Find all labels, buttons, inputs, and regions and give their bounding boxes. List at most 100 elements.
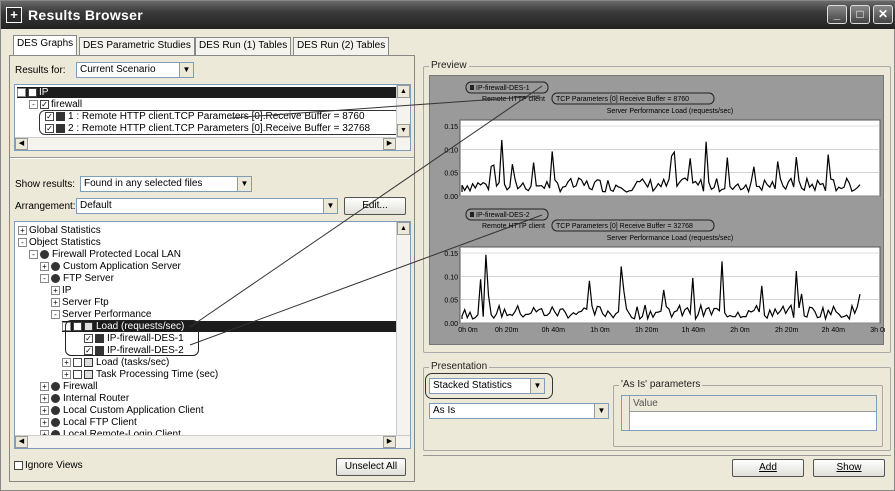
splitter[interactable] xyxy=(10,157,414,159)
collapse-icon[interactable]: - xyxy=(17,87,26,97)
tree-item[interactable]: + IP xyxy=(51,285,71,296)
collapse-icon[interactable]: - xyxy=(40,273,49,283)
tab-des-parametric-studies[interactable]: DES Parametric Studies xyxy=(79,37,195,55)
collapse-icon[interactable]: - xyxy=(29,99,38,109)
scroll-up-icon[interactable]: ▲ xyxy=(397,85,410,98)
tree-item[interactable]: - Firewall Protected Local LAN xyxy=(29,249,181,260)
collapse-icon[interactable]: - xyxy=(18,237,27,247)
x-tick-label: 2h 20m xyxy=(775,327,799,334)
collapse-icon[interactable]: - xyxy=(29,249,38,259)
chevron-down-icon[interactable]: ▼ xyxy=(237,177,251,191)
tree-item[interactable]: + Local FTP Client xyxy=(40,417,137,428)
y-tick-label: 0.15 xyxy=(444,251,458,258)
tree-item-ip[interactable]: - ✓ IP xyxy=(17,87,397,98)
param-prefix: Remote HTTP client xyxy=(482,96,545,103)
tree-item-label: Task Processing Time (sec) xyxy=(96,369,219,380)
checkbox-icon[interactable] xyxy=(73,369,82,379)
x-tick-label: 1h 20m xyxy=(635,327,659,334)
vertical-scrollbar[interactable]: ▲▼ xyxy=(396,222,410,448)
collapse-icon[interactable]: - xyxy=(51,309,60,319)
minimize-button[interactable]: _ xyxy=(827,5,847,24)
presentation-mode-select[interactable]: Stacked Statistics ▼ xyxy=(429,378,545,394)
tab-des-run-1-tables[interactable]: DES Run (1) Tables xyxy=(195,37,292,55)
series-label: IP-firewall-DES-2 xyxy=(476,212,530,219)
scroll-up-icon[interactable]: ▲ xyxy=(397,222,410,235)
expand-icon[interactable]: + xyxy=(40,393,49,403)
tree-item[interactable]: + Global Statistics xyxy=(18,225,101,236)
close-button[interactable]: ✕ xyxy=(873,5,893,24)
tree-item[interactable]: + Task Processing Time (sec) xyxy=(62,369,218,380)
divider xyxy=(423,455,891,456)
chevron-down-icon[interactable]: ▼ xyxy=(594,404,608,418)
results-for-select[interactable]: Current Scenario ▼ xyxy=(76,62,194,78)
checkbox-icon[interactable] xyxy=(73,357,82,367)
maximize-button[interactable]: □ xyxy=(850,5,870,24)
tree-item-firewall[interactable]: - ✓ firewall xyxy=(29,99,82,110)
scroll-down-icon[interactable]: ▼ xyxy=(397,124,410,137)
chevron-down-icon[interactable]: ▼ xyxy=(179,63,193,77)
expand-icon[interactable]: + xyxy=(40,405,49,415)
tree-item[interactable]: - Server Performance xyxy=(51,309,151,320)
y-tick-label: 0.05 xyxy=(444,171,458,178)
add-button[interactable]: Add xyxy=(732,459,804,477)
expand-icon[interactable]: + xyxy=(62,369,71,379)
vertical-scrollbar[interactable]: ▲▼ xyxy=(396,85,410,137)
left-panel: Results for: Current Scenario ▼ - ✓ IP - ✓ f… xyxy=(9,55,415,482)
show-results-value: Found in any selected files xyxy=(84,178,203,189)
scroll-right-icon[interactable]: ▶ xyxy=(383,138,396,150)
expand-icon[interactable]: + xyxy=(51,297,60,307)
tab-des-run-2-tables[interactable]: DES Run (2) Tables xyxy=(293,37,390,55)
tree-item-label: Object Statistics xyxy=(29,237,101,248)
scenario-tree[interactable]: - ✓ IP - ✓ firewall ✓ 1 : Remote HTTP client.… xyxy=(14,84,411,151)
graph-icon xyxy=(84,357,93,367)
tree-item-label: Local Custom Application Client xyxy=(63,405,204,416)
chevron-down-icon[interactable]: ▼ xyxy=(323,199,337,213)
tree-item-label: Global Statistics xyxy=(29,225,101,236)
expand-icon[interactable]: + xyxy=(40,261,49,271)
show-results-label: Show results: xyxy=(15,179,76,190)
tree-item-label: Custom Application Server xyxy=(63,261,181,272)
ignore-views-label: Ignore Views xyxy=(25,460,83,471)
tree-item[interactable]: + Custom Application Server xyxy=(40,261,181,272)
results-browser-window: + Results Browser _ □ ✕ DES Graphs DES P… xyxy=(0,0,895,491)
expand-icon[interactable]: + xyxy=(40,381,49,391)
tree-item[interactable]: - Object Statistics xyxy=(18,237,101,248)
statistics-tree[interactable]: +Local Remote-Login Client+Local FTP Cli… xyxy=(14,221,411,449)
tree-item-label: IP xyxy=(62,285,72,296)
checkbox-checked-icon[interactable]: ✓ xyxy=(40,99,49,109)
parameters-table[interactable]: Value xyxy=(621,395,877,431)
expand-icon[interactable]: + xyxy=(18,225,27,235)
checkbox-unchecked-icon[interactable] xyxy=(14,460,23,470)
show-results-select[interactable]: Found in any selected files ▼ xyxy=(80,176,252,192)
arrangement-select[interactable]: Default ▼ xyxy=(76,198,338,214)
tree-item[interactable]: - FTP Server xyxy=(40,273,114,284)
tree-item[interactable]: + Local Custom Application Client xyxy=(40,405,204,416)
tree-item[interactable]: + Load (tasks/sec) xyxy=(62,357,169,368)
ignore-views-toggle[interactable]: Ignore Views xyxy=(14,460,83,471)
edit-button[interactable]: Edit... xyxy=(344,197,406,215)
graph-title: Server Performance Load (requests/sec) xyxy=(607,235,733,242)
scroll-left-icon[interactable]: ◀ xyxy=(15,436,28,448)
object-icon xyxy=(51,381,60,391)
scroll-left-icon[interactable]: ◀ xyxy=(15,138,28,150)
unselect-all-button[interactable]: Unselect All xyxy=(336,458,406,476)
scroll-right-icon[interactable]: ▶ xyxy=(383,436,396,448)
object-icon xyxy=(51,261,60,271)
preview-graphs: IP-firewall-DES-1 Remote HTTP client TCP P… xyxy=(444,81,890,334)
title-bar[interactable]: + Results Browser _ □ ✕ xyxy=(1,1,895,29)
expand-icon[interactable]: + xyxy=(51,285,60,295)
tab-des-graphs[interactable]: DES Graphs xyxy=(13,35,78,56)
show-button[interactable]: Show xyxy=(813,459,885,477)
expand-icon[interactable]: + xyxy=(40,417,49,427)
add-label: Add xyxy=(759,462,777,473)
tree-item[interactable]: + Server Ftp xyxy=(51,297,109,308)
checkbox-checked-icon[interactable]: ✓ xyxy=(28,87,37,97)
y-tick-label: 0.05 xyxy=(444,298,458,305)
expand-icon[interactable]: + xyxy=(62,357,71,367)
filter-select[interactable]: As Is ▼ xyxy=(429,403,609,419)
horizontal-scrollbar[interactable]: ◀ ▶ xyxy=(15,435,410,448)
chevron-down-icon[interactable]: ▼ xyxy=(530,379,544,393)
horizontal-scrollbar[interactable]: ◀ ▶ xyxy=(15,137,410,150)
tree-item[interactable]: + Internal Router xyxy=(40,393,129,404)
tree-item[interactable]: + Firewall xyxy=(40,381,97,392)
